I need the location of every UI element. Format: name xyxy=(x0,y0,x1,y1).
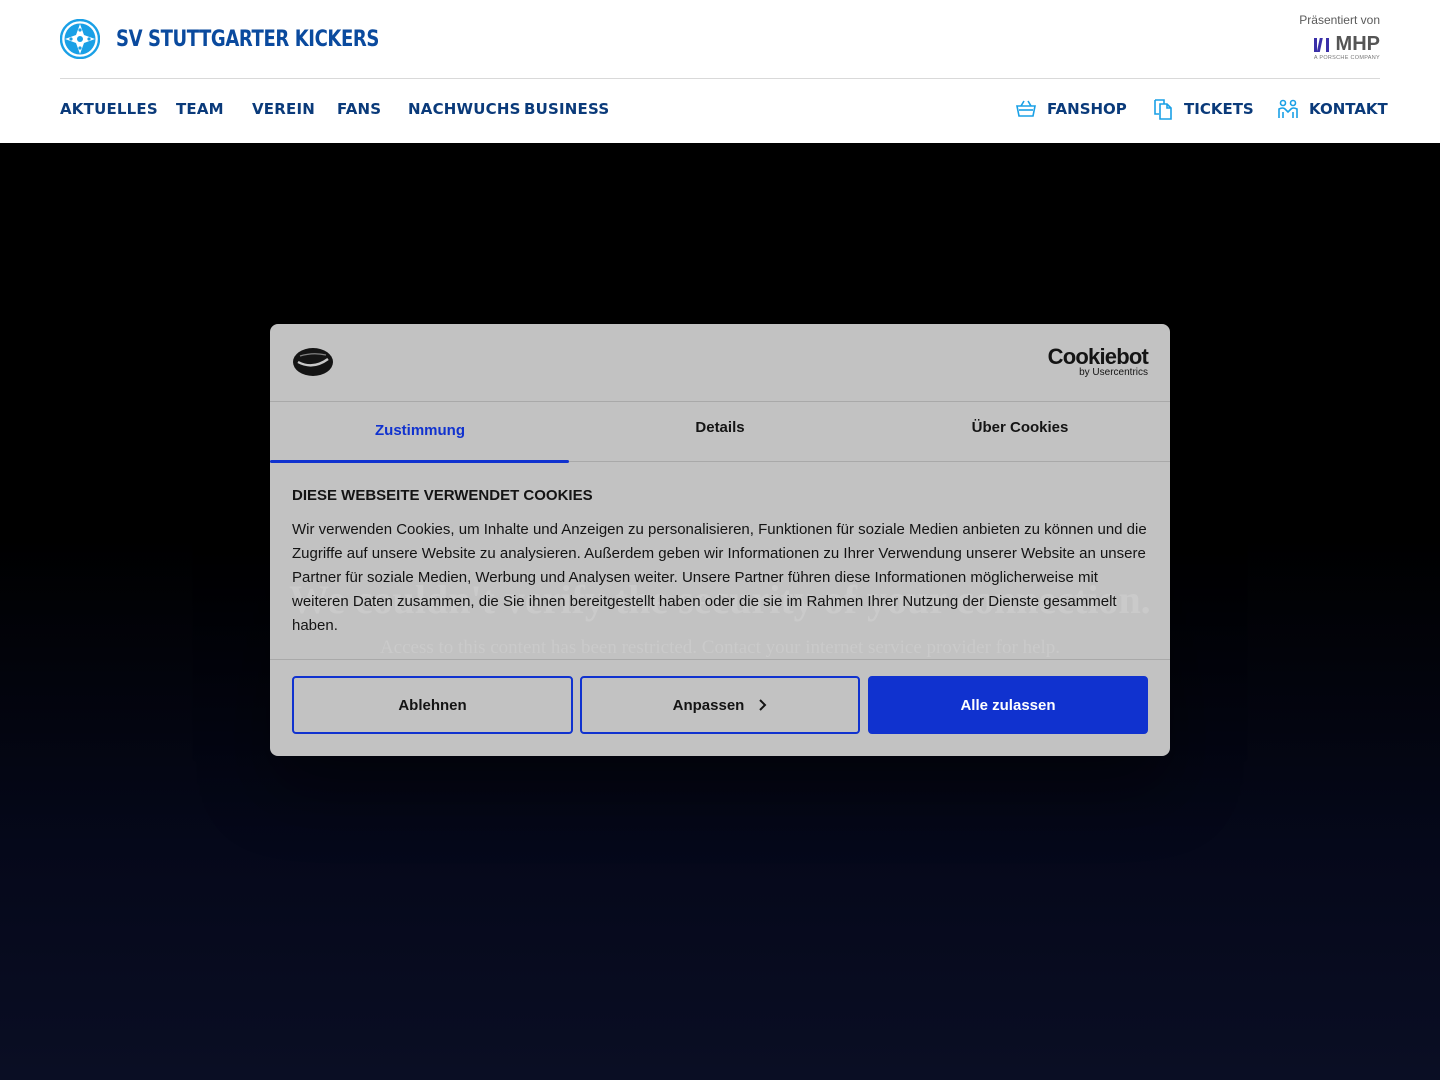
tab-zustimmung-label: Zustimmung xyxy=(375,422,465,439)
cookie-consent-dialog: Cookiebot by Usercentrics Zustimmung Det… xyxy=(270,324,1170,756)
tab-details[interactable]: Details xyxy=(570,402,870,462)
tab-zustimmung[interactable]: Zustimmung xyxy=(270,402,570,463)
basket-icon xyxy=(1016,100,1036,117)
accept-all-button[interactable]: Alle zulassen xyxy=(868,676,1148,734)
cookie-heading: DIESE WEBSEITE VERWENDET COOKIES xyxy=(292,487,593,504)
customize-button-label: Anpassen xyxy=(672,696,745,714)
cookie-body: DIESE WEBSEITE VERWENDET COOKIES Wir ver… xyxy=(292,486,1148,638)
tickets-label: TICKETS xyxy=(1184,100,1254,118)
sponsor[interactable]: Präsentiert von MHP A PORSCHE COMPANY xyxy=(1299,13,1380,61)
nav-item-team[interactable]: TEAM xyxy=(176,98,224,120)
sponsor-logo: MHP A PORSCHE COMPANY xyxy=(1313,33,1380,61)
cookie-text: Wir verwenden Cookies, um Inhalte und An… xyxy=(292,521,1147,634)
header-divider xyxy=(60,78,1380,79)
tab-ueber-cookies-label: Über Cookies xyxy=(971,419,1069,436)
cookie-tabs: Zustimmung Details Über Cookies xyxy=(270,402,1170,463)
chevron-right-icon xyxy=(759,699,767,711)
contact-icon xyxy=(1278,99,1298,118)
sponsor-name: MHP xyxy=(1335,33,1380,55)
customize-button[interactable]: Anpassen xyxy=(580,676,860,734)
cookiebot-name: Cookiebot xyxy=(1047,344,1149,369)
nav-item-nachwuchs[interactable]: NACHWUCHS xyxy=(408,98,521,120)
brand-name: SV STUTTGARTER KICKERS xyxy=(116,26,379,52)
decline-button[interactable]: Ablehnen xyxy=(292,676,573,734)
tab-details-label: Details xyxy=(695,419,745,436)
club-logo-icon xyxy=(60,19,100,59)
accept-all-button-label: Alle zulassen xyxy=(960,696,1056,714)
nav-item-business[interactable]: BUSINESS xyxy=(524,98,609,120)
nav-item-tickets[interactable]: TICKETS xyxy=(1152,98,1254,120)
cookie-actions: Ablehnen Anpassen Alle zulassen xyxy=(270,659,1170,756)
active-tab-indicator xyxy=(270,460,569,463)
tab-ueber-cookies[interactable]: Über Cookies xyxy=(870,402,1170,462)
brand-link[interactable]: SV STUTTGARTER KICKERS xyxy=(60,19,437,59)
nav-item-verein[interactable]: VEREIN xyxy=(252,98,315,120)
nav-item-fanshop[interactable]: FANSHOP xyxy=(1015,98,1127,120)
site-logo-icon xyxy=(293,348,333,376)
mhp-mark-icon xyxy=(1313,37,1329,52)
nav-item-fans[interactable]: FANS xyxy=(337,98,381,120)
decline-button-label: Ablehnen xyxy=(398,696,467,714)
kontakt-label: KONTAKT xyxy=(1309,100,1388,118)
cookiebot-logo[interactable]: Cookiebot by Usercentrics xyxy=(1047,344,1149,379)
nav-item-kontakt[interactable]: KONTAKT xyxy=(1277,98,1388,120)
tickets-icon xyxy=(1154,99,1172,120)
sponsor-sub: A PORSCHE COMPANY xyxy=(1313,55,1380,61)
site-header: SV STUTTGARTER KICKERS Präsentiert von M… xyxy=(0,0,1440,143)
nav-item-aktuelles[interactable]: AKTUELLES xyxy=(60,98,158,120)
cookie-dialog-header: Cookiebot by Usercentrics xyxy=(270,324,1170,402)
fanshop-label: FANSHOP xyxy=(1047,100,1127,118)
sponsor-label: Präsentiert von xyxy=(1299,13,1380,27)
